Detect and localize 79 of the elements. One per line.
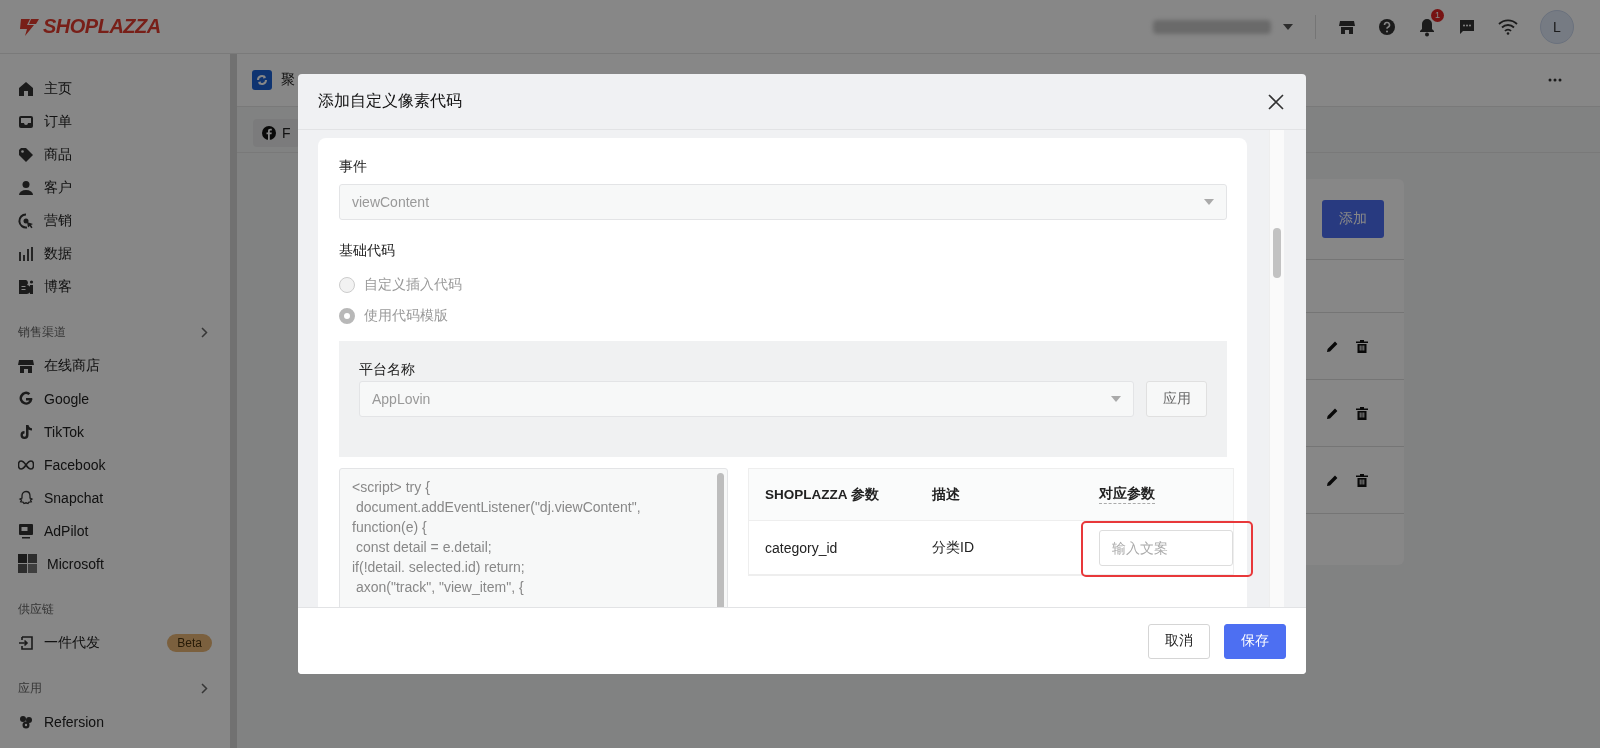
chat-icon[interactable] (1458, 17, 1476, 36)
save-button[interactable]: 保存 (1224, 623, 1286, 659)
nav-item[interactable]: 主页 (0, 72, 230, 105)
app-logo-icon (252, 70, 272, 90)
tab[interactable]: F (253, 119, 300, 147)
home-icon (18, 80, 34, 97)
nav-item[interactable]: Refersion (0, 705, 230, 738)
blog-icon (18, 278, 34, 295)
ad-monitor-icon (18, 522, 34, 539)
nav-item[interactable]: AdPilot (0, 514, 230, 547)
gear-cluster-icon (18, 713, 34, 730)
nav-item[interactable]: 商品 (0, 138, 230, 171)
bell-icon[interactable] (1418, 16, 1436, 37)
help-icon[interactable] (1378, 17, 1396, 36)
field-label: 平台名称 (359, 361, 416, 379)
section-title: 应用 (18, 679, 42, 697)
nav-item[interactable]: Google (0, 382, 230, 415)
google-g-icon (18, 390, 34, 407)
nav-item[interactable]: 订单 (0, 105, 230, 138)
nav-item[interactable]: 一件代发 Beta (0, 626, 230, 659)
nav-item[interactable]: 博客 (0, 270, 230, 303)
windows-grid-icon (18, 554, 37, 573)
dropdown-field[interactable]: AppLovin (359, 381, 1134, 417)
tag-icon (18, 146, 34, 163)
scrollbar-thumb[interactable] (717, 473, 724, 607)
caret-down-icon[interactable] (1283, 23, 1293, 30)
more-icon[interactable] (1548, 78, 1562, 82)
ghost-icon (18, 489, 34, 506)
nav-item[interactable]: 营销 (0, 204, 230, 237)
pencil-icon[interactable] (1326, 339, 1339, 353)
chevron-right-icon[interactable] (201, 326, 208, 338)
code-editor[interactable]: <script> try { document.addEventListener("dj.viewContent", function(e) { const detail = e.detail; if(!detail. selected.id) return; axon("track", "view_item", { (339, 468, 728, 607)
column-header: 描述 (932, 485, 961, 504)
apply-button[interactable]: 应用 (1146, 381, 1207, 417)
bar-chart-icon (18, 245, 34, 262)
nav-item[interactable]: Microsoft (0, 547, 230, 580)
caret-down-icon (1111, 396, 1121, 402)
nav-item[interactable]: TikTok (0, 415, 230, 448)
dialog-title: 添加自定义像素代码 (318, 91, 462, 111)
pencil-icon[interactable] (1326, 473, 1339, 487)
pencil-icon[interactable] (1326, 406, 1339, 420)
import-icon (18, 634, 34, 651)
add-button[interactable]: 添加 (1322, 200, 1384, 238)
trash-icon[interactable] (1356, 473, 1368, 487)
notification-badge: 1 (1431, 8, 1444, 22)
nav-item[interactable]: 数据 (0, 237, 230, 270)
close-icon[interactable] (1268, 93, 1284, 110)
section-title: 供应链 (18, 600, 54, 618)
column-header: 对应参数 (1099, 485, 1155, 504)
caret-down-icon (1204, 199, 1214, 205)
table-cell-text: category_id (764, 539, 839, 556)
field-label: 事件 (339, 158, 368, 176)
avatar[interactable]: L (1540, 9, 1574, 44)
music-note-icon (18, 423, 34, 440)
logo-mark-icon (18, 16, 40, 37)
trash-icon[interactable] (1356, 339, 1368, 353)
input-field[interactable]: 输入文案 (1099, 529, 1233, 566)
facebook-f-icon (262, 126, 276, 140)
target-cursor-icon (18, 212, 34, 229)
scrollbar-thumb[interactable] (1273, 228, 1281, 278)
cancel-button[interactable]: 取消 (1148, 623, 1210, 659)
wifi-icon[interactable] (1498, 18, 1518, 35)
trash-icon[interactable] (1356, 406, 1368, 420)
beta-badge: Beta (167, 633, 212, 652)
page-title: 聚 (281, 71, 295, 89)
code-text: <script> try { document.addEventListener("dj.viewContent", function(e) { const detail = e.detail; if(!detail. selected.id) return; axon("track", "view_item", { (352, 478, 642, 597)
logo-text: SHOPLAZZA (43, 15, 161, 38)
nav-item[interactable]: 客户 (0, 171, 230, 204)
section-title: 销售渠道 (18, 323, 66, 341)
store-icon (18, 357, 34, 374)
table-cell-text: 分类ID (932, 538, 975, 557)
inbox-icon (18, 113, 34, 130)
person-icon (18, 179, 34, 196)
column-header: SHOPLAZZA 参数 (764, 485, 880, 504)
nav-item[interactable]: Facebook (0, 448, 230, 481)
field-label: 基础代码 (339, 242, 396, 260)
nav-item[interactable]: 在线商店 (0, 349, 230, 382)
chevron-right-icon[interactable] (201, 682, 208, 694)
nav-item[interactable]: Snapchat (0, 481, 230, 514)
